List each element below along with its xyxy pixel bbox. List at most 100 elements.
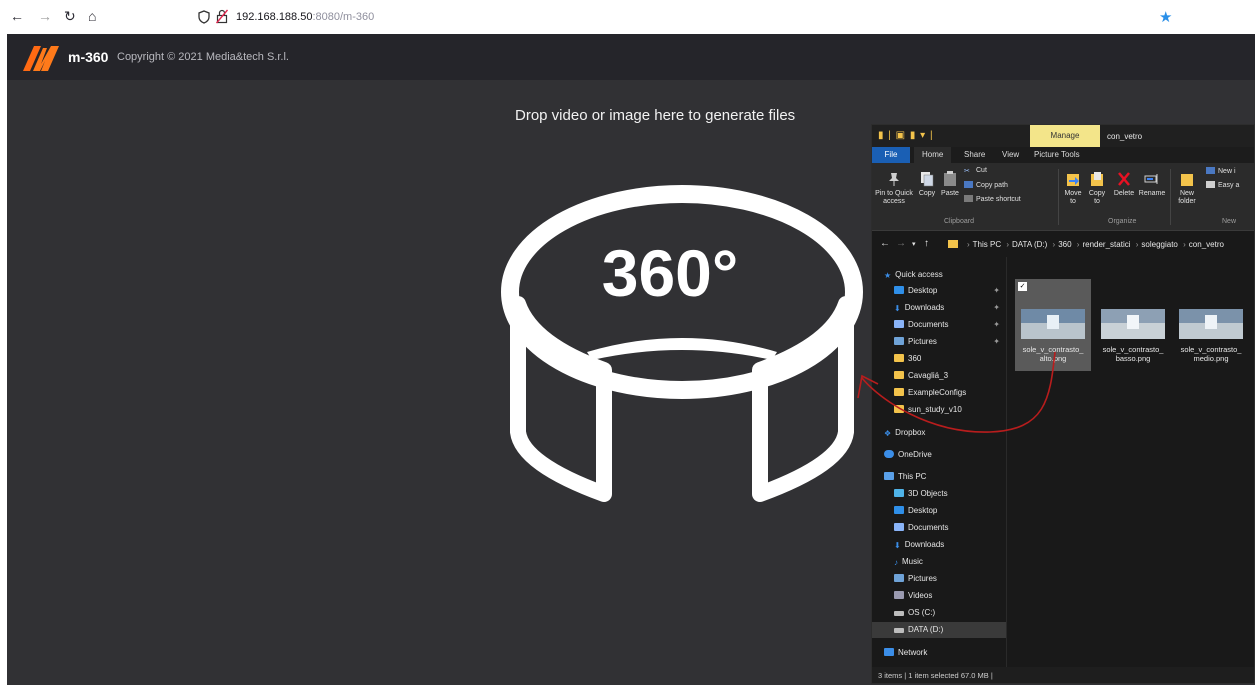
pictures-icon (894, 337, 904, 345)
breadcrumb-item[interactable]: soleggiato (1141, 240, 1177, 249)
recent-locations-icon[interactable]: ▾ (912, 240, 916, 250)
paste-shortcut-button[interactable]: Paste shortcut (964, 195, 1021, 203)
brand-name: m-360 (68, 49, 109, 65)
nav-folder-exampleconfigs[interactable]: ExampleConfigs (872, 385, 1006, 401)
nav-label: Dropbox (895, 428, 926, 437)
download-icon: ⬇ (894, 541, 901, 550)
documents-icon (894, 523, 904, 531)
home-icon[interactable]: ⌂ (88, 9, 96, 23)
easy-access-button[interactable]: Easy a (1206, 181, 1239, 189)
back-arrow-icon[interactable]: ← (880, 239, 890, 249)
copy-path-label: Copy path (976, 182, 1008, 189)
file-name-line2: medio.png (1193, 354, 1229, 363)
pin-icon[interactable]: ✦ (993, 334, 1000, 350)
delete-button[interactable]: Delete (1112, 171, 1136, 198)
folder-icon (894, 388, 904, 396)
folder-icon (894, 354, 904, 362)
nav-this-pc[interactable]: This PC (872, 469, 1006, 485)
url-host: 192.168.188.50 (236, 11, 313, 23)
tab-share[interactable]: Share (964, 150, 985, 159)
tab-file[interactable]: File (872, 147, 910, 163)
insecure-lock-icon[interactable] (216, 9, 228, 24)
tab-manage[interactable]: Manage (1030, 125, 1100, 147)
new-item-icon (1206, 167, 1215, 174)
nav-downloads[interactable]: ⬇ Downloads ✦ (872, 300, 1006, 316)
rename-label: Rename (1138, 190, 1166, 197)
copy-to-button[interactable]: Copy to (1086, 171, 1108, 206)
nav-desktop[interactable]: Desktop ✦ (872, 283, 1006, 299)
tab-picture-tools[interactable]: Picture Tools (1034, 150, 1080, 159)
nav-folder-sun-study[interactable]: sun_study_v10 (872, 402, 1006, 418)
cube-icon (894, 489, 904, 497)
nav-videos[interactable]: Videos (872, 588, 1006, 604)
bookmark-star-icon[interactable]: ★ (1159, 10, 1172, 25)
nav-pc-desktop[interactable]: Desktop (872, 503, 1006, 519)
reload-icon[interactable]: ↻ (64, 9, 76, 23)
cut-button[interactable]: ✂ Cut (964, 167, 987, 175)
nav-quick-access[interactable]: ★ Quick access (872, 267, 1006, 283)
pin-label: Pin to Quick access (875, 190, 913, 205)
easy-access-label: Easy a (1218, 182, 1240, 189)
copy-to-icon (1091, 172, 1103, 186)
paste-button[interactable]: Paste (938, 171, 962, 198)
file-explorer-window[interactable]: ▮ | ▣ ▮ ▾ | Manage con_vetro File Home S… (871, 124, 1255, 684)
copy-path-button[interactable]: Copy path (964, 181, 1008, 189)
breadcrumb-item[interactable]: 360 (1058, 240, 1071, 249)
copy-path-icon (964, 181, 973, 188)
nav-folder-cavaglia[interactable]: Cavagliá_3 (872, 368, 1006, 384)
nav-dropbox[interactable]: ❖ Dropbox (872, 425, 1006, 441)
file-item[interactable]: sole_v_contrasto_ medio.png (1173, 279, 1249, 363)
breadcrumb-item[interactable]: DATA (D:) (1012, 240, 1047, 249)
pin-quick-access-button[interactable]: Pin to Quick access (874, 171, 914, 206)
new-item-button[interactable]: New i (1206, 167, 1236, 175)
breadcrumb-item[interactable]: This PC (973, 240, 1001, 249)
new-folder-button[interactable]: New folder (1172, 171, 1202, 206)
music-icon: ♪ (894, 558, 898, 567)
rename-button[interactable]: Rename (1138, 171, 1166, 198)
quick-access-toolbar-icons[interactable]: ▮ | ▣ ▮ ▾ | (878, 130, 934, 141)
nav-drive-c[interactable]: OS (C:) (872, 605, 1006, 621)
nav-pc-pictures[interactable]: Pictures (872, 571, 1006, 587)
move-to-button[interactable]: Move to (1062, 171, 1084, 206)
file-item[interactable]: sole_v_contrasto_ basso.png (1095, 279, 1171, 363)
selection-checkbox[interactable]: ✓ (1018, 282, 1027, 291)
breadcrumb-item[interactable]: render_statici (1082, 240, 1130, 249)
cloud-icon (884, 450, 894, 458)
nav-3d-objects[interactable]: 3D Objects (872, 486, 1006, 502)
folder-icon (894, 405, 904, 413)
file-item[interactable]: ✓ sole_v_contrasto_ alto.png (1015, 279, 1091, 371)
desktop-icon (894, 506, 904, 514)
nav-pictures[interactable]: Pictures ✦ (872, 334, 1006, 350)
nav-drive-d[interactable]: DATA (D:) (872, 622, 1006, 638)
brand-logo[interactable] (21, 44, 61, 72)
tab-home[interactable]: Home (914, 147, 952, 163)
copy-button[interactable]: Copy (916, 171, 938, 198)
url-text[interactable]: 192.168.188.50:8080/m-360 (236, 11, 374, 23)
delete-label: Delete (1113, 190, 1135, 197)
move-to-label: Move to (1064, 190, 1082, 205)
url-bar[interactable]: 192.168.188.50:8080/m-360 (192, 5, 1172, 30)
drive-icon (894, 628, 904, 633)
nav-music[interactable]: ♪ Music (872, 554, 1006, 570)
pin-icon[interactable]: ✦ (993, 317, 1000, 333)
nav-onedrive[interactable]: OneDrive (872, 447, 1006, 463)
pin-icon[interactable]: ✦ (993, 300, 1000, 316)
address-bar[interactable]: › This PC › DATA (D:) › 360 › render_statici… (944, 235, 1254, 253)
copy-label: Copy (918, 190, 936, 197)
nav-pc-downloads[interactable]: ⬇ Downloads (872, 537, 1006, 553)
drop-zone-360-icon[interactable]: 360° (492, 174, 872, 514)
tab-view[interactable]: View (1002, 150, 1019, 159)
pin-icon[interactable]: ✦ (993, 283, 1000, 299)
forward-icon[interactable]: → (38, 9, 52, 23)
nav-label: 3D Objects (908, 489, 948, 498)
breadcrumb-item[interactable]: con_vetro (1189, 240, 1224, 249)
video-icon (894, 591, 904, 599)
up-arrow-icon[interactable]: ↑ (924, 239, 929, 249)
nav-label: 360 (908, 354, 922, 363)
back-icon[interactable]: ← (10, 9, 24, 23)
forward-arrow-icon[interactable]: → (896, 239, 906, 249)
nav-network[interactable]: Network (872, 645, 1006, 661)
nav-folder-360[interactable]: 360 (872, 351, 1006, 367)
nav-pc-documents[interactable]: Documents (872, 520, 1006, 536)
nav-documents[interactable]: Documents ✦ (872, 317, 1006, 333)
